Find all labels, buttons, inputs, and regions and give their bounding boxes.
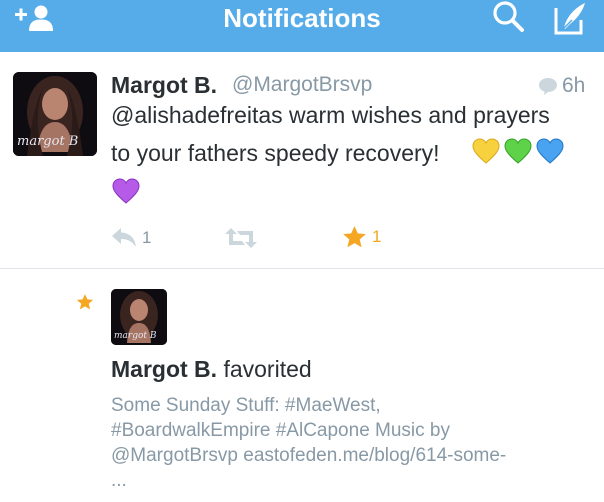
time-label: 6h (562, 74, 586, 97)
search-icon (493, 1, 524, 32)
favorite-button[interactable]: 1 (342, 223, 386, 251)
favorited-tweet-text[interactable]: Some Sunday Stuff: #MaeWest, #BoardwalkE… (111, 393, 591, 493)
compose-button[interactable] (552, 0, 588, 36)
favorited-tweet-line: Some Sunday Stuff: #MaeWest, (111, 395, 381, 416)
tweet-text-line1: @alishadefreitas warm wishes and prayers (111, 102, 550, 128)
search-button[interactable] (492, 0, 526, 36)
avatar-signature: margot B (17, 134, 79, 149)
reply-count: 1 (142, 228, 152, 247)
favorite-star-icon (343, 226, 366, 248)
tweet[interactable]: margot B Margot B. @MargotBrsvp 6h @alis… (0, 52, 604, 268)
divider (0, 268, 604, 269)
conversation-icon (539, 78, 557, 95)
favorite-star-icon (76, 294, 94, 310)
avatar[interactable]: margot B (13, 72, 97, 156)
handle[interactable]: @MargotBrsvp (232, 73, 372, 97)
yellow-heart-emoji (472, 138, 500, 164)
reply-icon (112, 228, 136, 247)
nav-bar: Notifications (0, 0, 604, 52)
favorited-tweet-line: #BoardwalkEmpire #AlCapone Music by (111, 420, 450, 441)
activity-summary: Margot B. favorited (111, 356, 312, 383)
retweet-button[interactable] (225, 224, 261, 252)
actor-avatar[interactable]: margot B (111, 289, 167, 345)
retweet-icon (225, 228, 257, 248)
purple-heart-emoji (112, 178, 140, 204)
avatar-signature: margot B (114, 331, 157, 341)
favorited-tweet-line: @MargotBrsvp eastofeden.me/blog/614-some… (111, 445, 507, 466)
display-name[interactable]: Margot B. (111, 72, 217, 99)
action-text: favorited (223, 356, 312, 382)
actor-name[interactable]: Margot B. (111, 356, 217, 382)
reply-button[interactable]: 1 (111, 224, 161, 252)
green-heart-emoji (504, 138, 532, 164)
tweet-text-line2: to your fathers speedy recovery! (111, 140, 440, 166)
favorite-count: 1 (372, 227, 382, 246)
favorited-tweet-line: ... (111, 470, 127, 491)
compose-icon (554, 3, 585, 35)
blue-heart-emoji (536, 138, 564, 164)
